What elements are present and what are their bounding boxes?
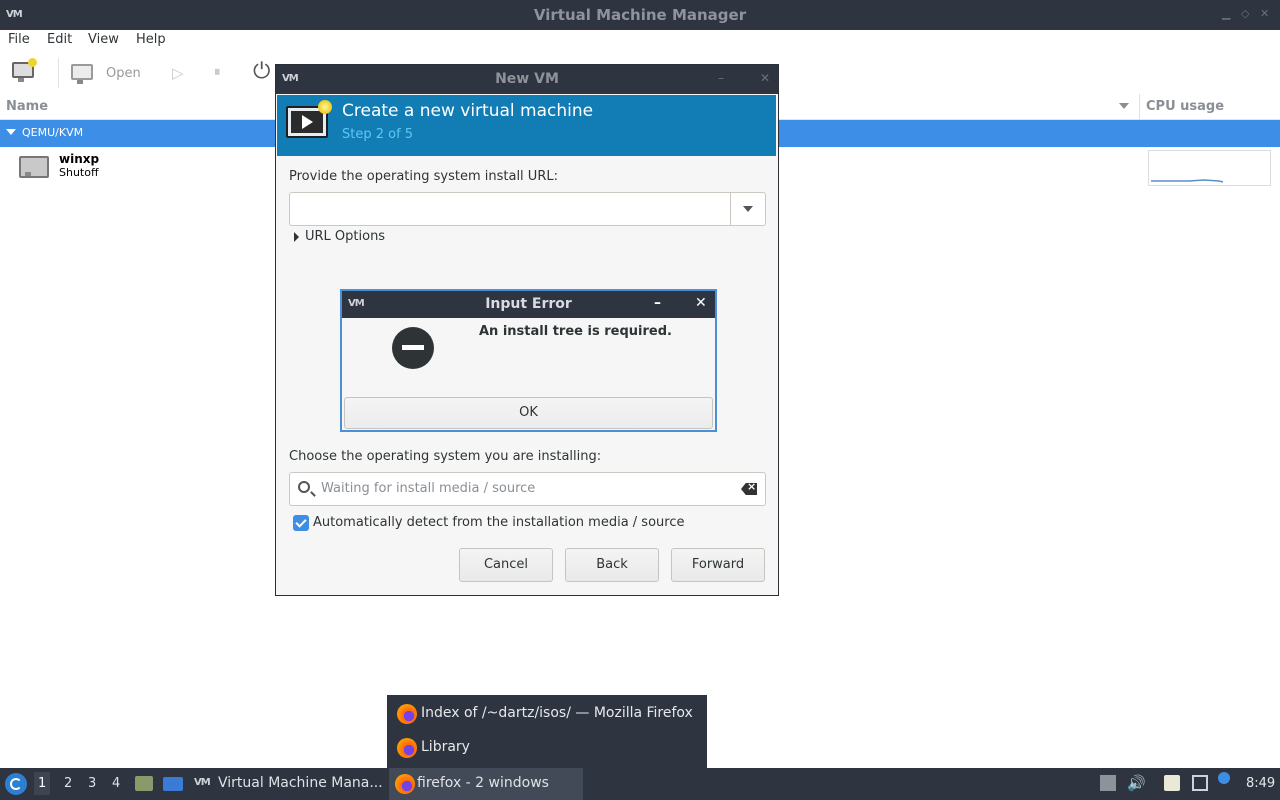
vm-name: winxp (59, 152, 100, 166)
task-virt-manager[interactable]: VM Virtual Machine Mana... (190, 768, 385, 800)
column-dropdown-icon[interactable] (1119, 103, 1129, 109)
new-vm-close-icon[interactable]: ✕ (760, 71, 770, 85)
task-label: firefox - 2 windows (417, 775, 549, 791)
ok-button[interactable]: OK (344, 397, 713, 429)
url-options-expander[interactable]: URL Options (294, 229, 385, 244)
expander-arrow-icon (294, 231, 299, 242)
menu-edit[interactable]: Edit (47, 32, 72, 47)
power-icon[interactable]: ⏻ (253, 59, 270, 84)
back-button[interactable]: Back (565, 548, 659, 582)
file-manager-icon[interactable] (135, 776, 153, 791)
toolbar-separator (58, 58, 59, 88)
auto-detect-checkbox[interactable] (293, 515, 309, 531)
wizard-step: Step 2 of 5 (342, 127, 414, 142)
start-menu-icon[interactable] (5, 773, 27, 795)
firefox-library-label: Library (421, 739, 470, 755)
menu-view[interactable]: View (88, 32, 119, 47)
clear-icon[interactable] (741, 483, 757, 495)
workspace-2[interactable]: 2 (64, 776, 72, 791)
error-close-icon[interactable]: ✕ (695, 295, 707, 311)
firefox-icon (397, 738, 417, 758)
url-combobox[interactable] (289, 192, 766, 226)
firefox-window-label: Index of /~dartz/isos/ — Mozilla Firefox (421, 705, 693, 721)
new-vm-minimize-icon[interactable]: – (718, 71, 724, 85)
volume-icon[interactable]: 🔊 (1127, 774, 1146, 792)
expander-icon[interactable] (6, 129, 16, 135)
os-label: Choose the operating system you are inst… (289, 449, 602, 464)
run-icon[interactable]: ▷ (172, 64, 184, 82)
cancel-button[interactable]: Cancel (459, 548, 553, 582)
new-vm-title: New VM (495, 71, 559, 87)
firefox-window-list: Index of /~dartz/isos/ — Mozilla Firefox… (387, 695, 707, 768)
firefox-task-icon (395, 774, 415, 794)
menu-file[interactable]: File (8, 32, 30, 47)
new-vm-titlebar[interactable]: VM New VM – ✕ (276, 65, 778, 94)
clipboard-icon[interactable] (1164, 775, 1180, 791)
new-vm-button[interactable] (12, 58, 37, 78)
clock[interactable]: 8:49 (1246, 776, 1275, 791)
vm-task-icon: VM (194, 777, 211, 788)
error-message: An install tree is required. (479, 324, 672, 339)
new-star-icon (28, 58, 37, 67)
minimize-icon[interactable]: ▁ (1222, 7, 1230, 20)
url-dropdown-icon[interactable] (730, 193, 765, 225)
workspace-4[interactable]: 4 (112, 776, 120, 791)
vm-monitor-icon (19, 156, 49, 178)
open-button[interactable] (71, 64, 93, 80)
workspace-1[interactable]: 1 (34, 772, 51, 795)
menu-help[interactable]: Help (136, 32, 166, 47)
workspace-3[interactable]: 3 (88, 776, 96, 791)
os-search-field[interactable]: Waiting for install media / source (289, 472, 766, 506)
os-search-placeholder: Waiting for install media / source (321, 481, 536, 496)
new-vm-wizard-icon (286, 100, 332, 138)
input-error-dialog: VM Input Error – ✕ An install tree is re… (340, 289, 717, 432)
open-monitor-icon (71, 64, 93, 80)
taskbar: 1 2 3 4 VM Virtual Machine Mana... firef… (0, 768, 1280, 800)
cpu-sparkline (1151, 179, 1224, 183)
column-cpu-usage[interactable]: CPU usage (1146, 99, 1224, 114)
task-label: Virtual Machine Mana... (218, 775, 383, 791)
open-button-label[interactable]: Open (106, 66, 141, 81)
vm-state: Shutoff (59, 166, 99, 179)
task-firefox[interactable]: firefox - 2 windows (389, 768, 583, 800)
show-desktop-icon[interactable] (163, 777, 183, 791)
wizard-title: Create a new virtual machine (342, 101, 594, 121)
url-label: Provide the operating system install URL… (289, 169, 558, 184)
network-icon[interactable] (1192, 775, 1208, 791)
menubar: File Edit View Help (0, 30, 1280, 52)
error-titlebar[interactable]: VM Input Error – ✕ (342, 291, 715, 318)
wizard-header: Create a new virtual machine Step 2 of 5 (277, 95, 776, 156)
tray-eject-icon[interactable] (1100, 775, 1116, 791)
auto-detect-label[interactable]: Automatically detect from the installati… (313, 515, 684, 530)
search-icon (298, 481, 310, 493)
column-separator (1139, 94, 1140, 120)
column-name[interactable]: Name (6, 99, 48, 114)
close-icon[interactable]: ✕ (1260, 7, 1269, 20)
error-minimize-icon[interactable]: – (654, 295, 661, 311)
connection-label: QEMU/KVM (22, 126, 84, 139)
firefox-icon (397, 704, 417, 724)
restore-icon[interactable]: ◇ (1241, 7, 1249, 20)
cpu-usage-graph (1148, 150, 1271, 186)
forward-button[interactable]: Forward (671, 548, 765, 582)
pause-icon[interactable]: ⏸ (214, 65, 221, 80)
error-stop-icon (392, 327, 434, 369)
notification-icon[interactable] (1218, 772, 1230, 784)
main-titlebar[interactable]: VM Virtual Machine Manager ▁ ◇ ✕ (0, 0, 1280, 30)
url-options-label: URL Options (305, 229, 386, 244)
window-title: Virtual Machine Manager (533, 6, 747, 24)
